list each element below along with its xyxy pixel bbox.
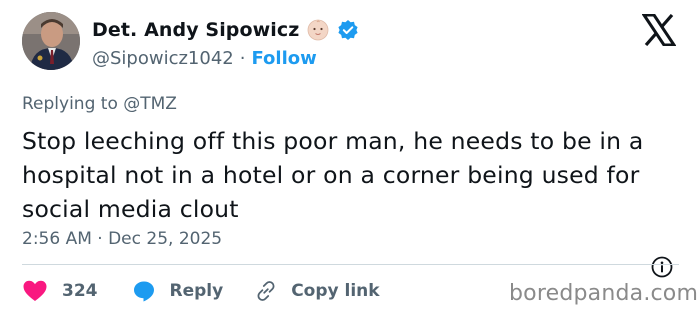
reply-context: Replying to @TMZ bbox=[22, 94, 177, 114]
reply-mention-link[interactable]: @TMZ bbox=[123, 94, 177, 114]
tweet-text: Stop leeching off this poor man, he need… bbox=[22, 127, 644, 223]
author-name-row: Det. Andy Sipowicz bbox=[92, 19, 359, 41]
author-handle[interactable]: @Sipowicz1042 bbox=[92, 48, 234, 69]
baby-face-emoji-icon bbox=[307, 19, 329, 41]
watermark: boredpanda.com bbox=[509, 281, 699, 306]
verified-badge-icon bbox=[337, 19, 359, 41]
reply-label: Reply bbox=[169, 281, 224, 301]
divider bbox=[22, 264, 679, 265]
tweet-timestamp[interactable]: 2:56 AM · Dec 25, 2025 bbox=[22, 229, 222, 249]
author-display-name[interactable]: Det. Andy Sipowicz bbox=[92, 19, 299, 41]
copy-link-button[interactable]: Copy link bbox=[255, 280, 380, 302]
link-icon bbox=[255, 280, 277, 302]
handle-separator: · bbox=[239, 48, 246, 69]
avatar[interactable] bbox=[22, 12, 80, 70]
action-bar: 324 Reply Copy link bbox=[22, 276, 380, 306]
author-handle-row: @Sipowicz1042 · Follow bbox=[92, 48, 317, 69]
copy-link-label: Copy link bbox=[291, 281, 380, 301]
info-icon[interactable] bbox=[651, 256, 673, 278]
x-logo-icon[interactable] bbox=[641, 13, 677, 47]
avatar-image bbox=[22, 12, 80, 70]
reply-context-prefix: Replying to bbox=[22, 94, 118, 114]
heart-icon bbox=[22, 279, 48, 303]
follow-button[interactable]: Follow bbox=[251, 48, 316, 69]
reply-button[interactable]: Reply bbox=[132, 279, 224, 303]
like-button[interactable]: 324 bbox=[22, 279, 98, 303]
like-count: 324 bbox=[62, 281, 98, 301]
reply-bubble-icon bbox=[132, 279, 156, 303]
